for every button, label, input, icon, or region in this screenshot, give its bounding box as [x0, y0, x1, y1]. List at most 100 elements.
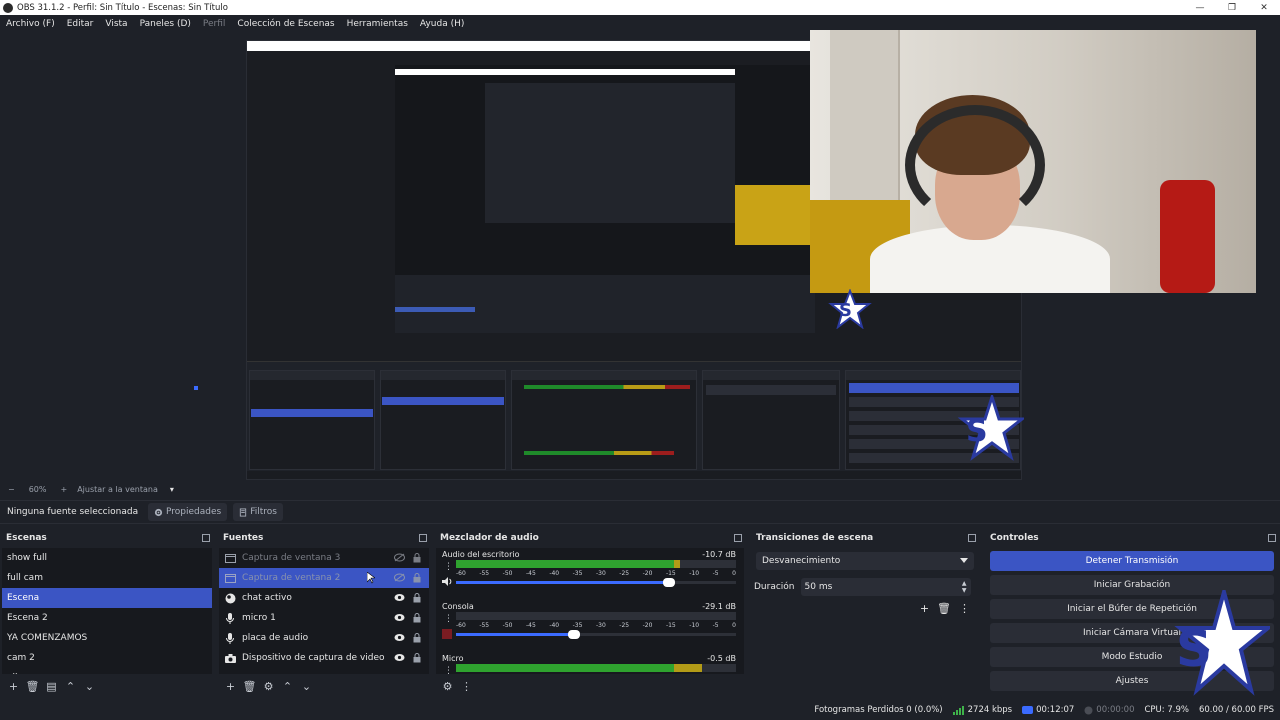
menu-edit[interactable]: Editar: [61, 19, 100, 29]
undock-icon[interactable]: [968, 534, 976, 542]
menu-scene-collection[interactable]: Colección de Escenas: [231, 19, 340, 29]
remove-transition-button[interactable]: 🗑: [937, 602, 951, 615]
lock-icon[interactable]: [413, 633, 421, 643]
lock-icon[interactable]: [413, 573, 421, 583]
menu-profile[interactable]: Perfil: [197, 19, 232, 29]
undock-icon[interactable]: [734, 534, 742, 542]
lock-icon[interactable]: [413, 613, 421, 623]
tick-label: -15: [665, 570, 676, 577]
move-up-button[interactable]: ⌃: [280, 679, 295, 694]
menu-view[interactable]: Vista: [99, 19, 133, 29]
eye-hidden-icon[interactable]: [394, 553, 405, 562]
tick-label: -60: [456, 622, 466, 629]
nested-docks: [247, 361, 1021, 479]
add-scene-button[interactable]: +: [6, 679, 21, 694]
mixer-menu-button[interactable]: ⋮: [459, 679, 474, 694]
menu-help[interactable]: Ayuda (H): [414, 19, 470, 29]
speaker-icon[interactable]: [442, 577, 453, 586]
source-label: placa de audio: [242, 633, 309, 643]
nested-source-selected: [382, 397, 504, 405]
undock-icon[interactable]: [419, 534, 427, 542]
lock-icon[interactable]: [413, 593, 421, 603]
zoom-in-button[interactable]: +: [60, 485, 67, 494]
scene-filters-button[interactable]: ▤: [44, 679, 59, 694]
channel-menu-icon[interactable]: ⋮: [444, 666, 453, 674]
dropped-frames: Fotogramas Perdidos 0 (0.0%): [814, 705, 943, 715]
scene-item[interactable]: Escena 2: [2, 608, 212, 628]
advanced-audio-button[interactable]: ⚙: [440, 679, 455, 694]
zoom-out-button[interactable]: −: [8, 485, 15, 494]
eye-icon[interactable]: [394, 613, 405, 622]
mic-icon: [224, 632, 236, 644]
move-down-button[interactable]: ⌄: [82, 679, 97, 694]
muted-speaker-icon[interactable]: [442, 629, 452, 639]
remove-scene-button[interactable]: 🗑: [25, 679, 40, 694]
properties-button[interactable]: Propiedades: [148, 503, 228, 521]
source-item[interactable]: placa de audio: [219, 628, 429, 648]
eye-icon[interactable]: [394, 593, 405, 602]
scenes-dock: Escenas show full full cam Escena Escena…: [0, 530, 214, 696]
spinner-icon[interactable]: ▲ ▼: [962, 580, 967, 594]
move-down-button[interactable]: ⌄: [299, 679, 314, 694]
tick-label: -50: [502, 622, 513, 629]
source-item[interactable]: Captura de ventana 3: [219, 548, 429, 568]
tick-label: -5: [712, 570, 719, 577]
duration-input[interactable]: 50 ms ▲ ▼: [800, 578, 971, 596]
transition-select[interactable]: Desvanecimiento: [756, 552, 974, 570]
source-item[interactable]: chat activo: [219, 588, 429, 608]
minimize-button[interactable]: —: [1184, 0, 1216, 15]
transitions-body: Desvanecimiento Duración 50 ms ▲ ▼ + 🗑 ⋮: [752, 548, 978, 674]
scene-item[interactable]: YA COMENZAMOS: [2, 628, 212, 648]
eye-hidden-icon[interactable]: [394, 573, 405, 582]
zoom-dropdown-icon[interactable]: ▾: [170, 485, 174, 494]
streamer-logo-medium-icon: S: [957, 395, 1024, 461]
move-up-button[interactable]: ⌃: [63, 679, 78, 694]
menu-docks[interactable]: Paneles (D): [134, 19, 197, 29]
eye-icon[interactable]: [394, 653, 405, 662]
zoom-fit-label[interactable]: Ajustar a la ventana: [77, 485, 158, 494]
transition-menu-button[interactable]: ⋮: [959, 602, 970, 615]
filter-icon: [240, 507, 247, 517]
remove-source-button[interactable]: 🗑: [242, 679, 257, 694]
channel-menu-icon[interactable]: ⋮: [444, 562, 453, 572]
volume-knob[interactable]: [662, 578, 675, 587]
webcam-feed: [810, 30, 1256, 293]
lock-icon[interactable]: [413, 653, 421, 663]
lock-icon[interactable]: [413, 553, 421, 563]
source-label: Captura de ventana 3: [242, 553, 341, 563]
volume-meter: [456, 664, 736, 672]
volume-knob[interactable]: [567, 630, 580, 639]
menu-tools[interactable]: Herramientas: [341, 19, 414, 29]
transitions-dock: Transiciones de escena Desvanecimiento D…: [750, 530, 980, 696]
filters-label: Filtros: [250, 507, 277, 517]
undock-icon[interactable]: [1268, 534, 1276, 542]
source-item[interactable]: Dispositivo de captura de video: [219, 648, 429, 668]
source-settings-button[interactable]: ⚙: [261, 679, 276, 694]
add-transition-button[interactable]: +: [920, 602, 929, 615]
scene-item[interactable]: alias: [2, 668, 212, 674]
scene-item[interactable]: full cam: [2, 568, 212, 588]
eye-icon[interactable]: [394, 633, 405, 642]
undock-icon[interactable]: [202, 534, 210, 542]
filters-button[interactable]: Filtros: [233, 503, 283, 521]
duration-value: 50 ms: [804, 582, 833, 592]
maximize-button[interactable]: ❐: [1216, 0, 1248, 15]
source-item-selected[interactable]: Captura de ventana 2: [219, 568, 429, 588]
selection-handle[interactable]: [194, 386, 198, 390]
tick-label: 0: [732, 570, 736, 577]
scene-item-selected[interactable]: Escena: [2, 588, 212, 608]
duration-label: Duración: [754, 582, 795, 592]
close-button[interactable]: ✕: [1248, 0, 1280, 15]
preview-canvas[interactable]: S S: [0, 30, 1280, 481]
source-item[interactable]: micro 1: [219, 608, 429, 628]
stop-streaming-button[interactable]: Detener Transmisión: [990, 551, 1274, 571]
tick-label: -35: [572, 570, 583, 577]
add-source-button[interactable]: +: [223, 679, 238, 694]
menu-file[interactable]: Archivo (F): [0, 19, 61, 29]
tick-label: -40: [549, 570, 560, 577]
volume-slider[interactable]: [456, 630, 736, 639]
channel-menu-icon[interactable]: ⋮: [444, 614, 453, 624]
volume-slider[interactable]: [456, 578, 736, 587]
scene-item[interactable]: cam 2: [2, 648, 212, 668]
scene-item[interactable]: show full: [2, 548, 212, 568]
